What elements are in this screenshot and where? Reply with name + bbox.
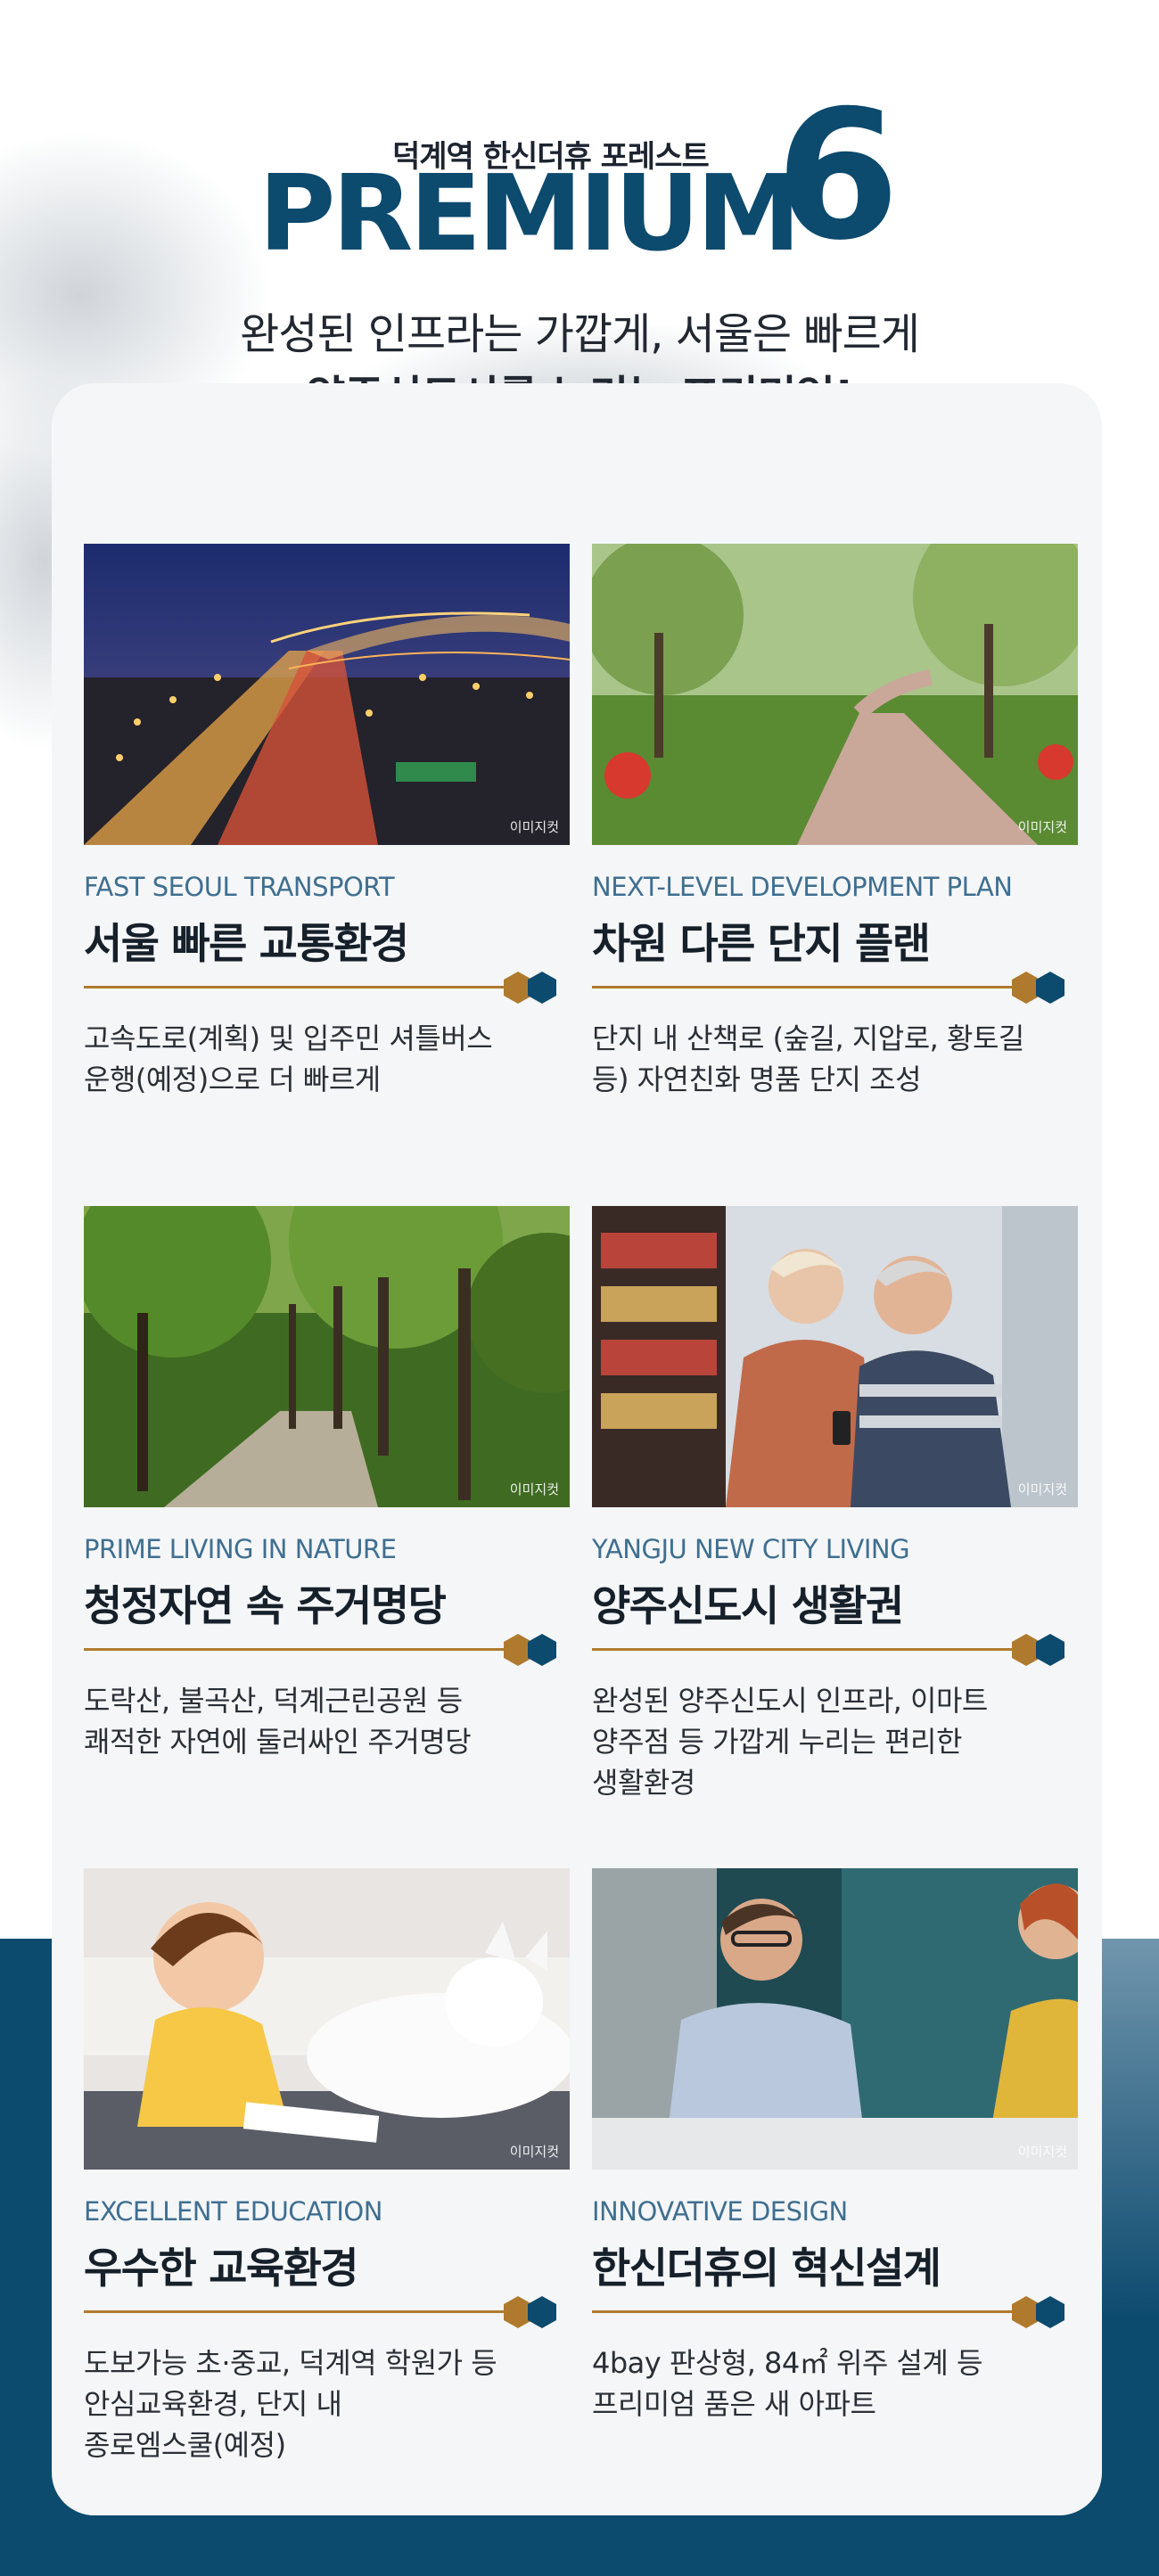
item-description: 완성된 양주신도시 인프라, 이마트 양주점 등 가깝게 누리는 편리한 생활환…	[592, 1680, 1078, 1803]
office-image	[592, 1868, 1078, 2170]
divider-line	[84, 986, 512, 989]
description-line: 안심교육환경, 단지 내	[84, 2387, 342, 2421]
item-description: 도락산, 불곡산, 덕계근린공원 등 쾌적한 자연에 둘러싸인 주거명당	[84, 1680, 570, 1762]
item-english-title: FAST SEOUL TRANSPORT	[84, 872, 395, 902]
highway-photo: 이미지컷	[84, 544, 570, 845]
item-description: 단지 내 산책로 (숲길, 지압로, 황토길 등) 자연친화 명품 단지 조성	[592, 1018, 1078, 1100]
divider-line	[592, 2310, 1020, 2313]
divider-line	[592, 986, 1020, 989]
premium-number: 6	[776, 72, 900, 280]
navy-hexagon-icon	[528, 972, 556, 1004]
item-korean-title: 청정자연 속 주거명당	[84, 1582, 447, 1631]
supermarket-couple-photo: 이미지컷	[592, 1206, 1078, 1507]
description-line: 종로엠스쿨(예정)	[84, 2428, 286, 2462]
child-dog-image	[84, 1868, 570, 2170]
image-watermark: 이미지컷	[509, 819, 559, 835]
highway-image	[84, 544, 570, 845]
description-line: 단지 내 산책로 (숲길, 지압로, 황토길	[592, 1021, 1024, 1055]
premium-card: 이미지컷 FAST SEOUL TRANSPORT 서울 빠른 교통환경 고속도…	[52, 383, 1102, 2515]
item-english-title: EXCELLENT EDUCATION	[84, 2196, 382, 2227]
description-line: 도보가능 초·중교, 덕계역 학원가 등	[84, 2346, 497, 2380]
description-line: 쾌적한 자연에 둘러싸인 주거명당	[84, 1725, 472, 1759]
navy-hexagon-icon	[528, 1634, 556, 1666]
description-line: 생활환경	[592, 1766, 695, 1800]
item-korean-title: 양주신도시 생활권	[592, 1582, 904, 1631]
divider-line	[592, 1648, 1020, 1651]
supermarket-image	[592, 1206, 1078, 1507]
image-watermark: 이미지컷	[509, 2144, 559, 2160]
navy-hexagon-icon	[1036, 972, 1064, 1004]
divider-line	[84, 1648, 512, 1651]
premium-page: 덕계역 한신더휴 포레스트 PREMIUM 6 완성된 인프라는 가깝게, 서울…	[0, 0, 1159, 2576]
item-korean-title: 우수한 교육환경	[84, 2244, 359, 2293]
divider-line	[84, 2310, 512, 2313]
park-image	[592, 544, 1078, 845]
item-english-title: NEXT-LEVEL DEVELOPMENT PLAN	[592, 872, 1013, 902]
description-line: 고속도로(계획) 및 입주민 셔틀버스	[84, 1021, 493, 1055]
item-korean-title: 서울 빠른 교통환경	[84, 920, 409, 969]
image-watermark: 이미지컷	[509, 1481, 559, 1497]
description-line: 4bay 판상형, 84㎡ 위주 설계 등	[592, 2346, 983, 2380]
item-korean-title: 차원 다른 단지 플랜	[592, 920, 931, 969]
item-english-title: YANGJU NEW CITY LIVING	[592, 1534, 910, 1564]
navy-hexagon-icon	[528, 2296, 556, 2328]
tagline-line-1: 완성된 인프라는 가깝게, 서울은 빠르게	[240, 309, 920, 359]
premium-title: PREMIUM	[259, 152, 801, 275]
navy-hexagon-icon	[1036, 2296, 1064, 2328]
description-line: 양주점 등 가깝게 누리는 편리한	[592, 1725, 962, 1759]
item-english-title: PRIME LIVING IN NATURE	[84, 1534, 397, 1564]
description-line: 완성된 양주신도시 인프라, 이마트	[592, 1684, 988, 1718]
description-line: 등) 자연친화 명품 단지 조성	[592, 1062, 922, 1096]
item-description: 도보가능 초·중교, 덕계역 학원가 등 안심교육환경, 단지 내 종로엠스쿨(…	[84, 2342, 570, 2465]
forest-path-photo: 이미지컷	[84, 1206, 570, 1507]
item-korean-title: 한신더휴의 혁신설계	[592, 2244, 941, 2293]
item-english-title: INNOVATIVE DESIGN	[592, 2196, 848, 2227]
office-meeting-photo: 이미지컷	[592, 1868, 1078, 2170]
description-line: 운행(예정)으로 더 빠르게	[84, 1062, 381, 1096]
item-description: 4bay 판상형, 84㎡ 위주 설계 등 프리미엄 품은 새 아파트	[592, 2342, 1078, 2424]
item-description: 고속도로(계획) 및 입주민 셔틀버스 운행(예정)으로 더 빠르게	[84, 1018, 570, 1100]
description-line: 프리미엄 품은 새 아파트	[592, 2387, 876, 2421]
image-watermark: 이미지컷	[1017, 819, 1067, 835]
image-watermark: 이미지컷	[1017, 2144, 1067, 2160]
child-reading-photo: 이미지컷	[84, 1868, 570, 2170]
park-path-photo: 이미지컷	[592, 544, 1078, 845]
navy-hexagon-icon	[1036, 1634, 1064, 1666]
image-watermark: 이미지컷	[1017, 1481, 1067, 1497]
forest-image	[84, 1206, 570, 1507]
description-line: 도락산, 불곡산, 덕계근린공원 등	[84, 1684, 463, 1718]
